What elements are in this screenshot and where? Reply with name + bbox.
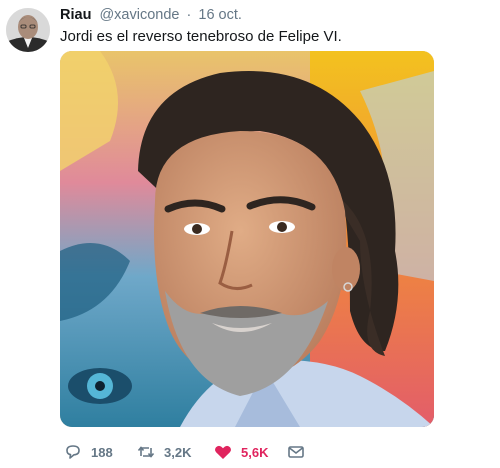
- tweet-header: Riau @xaviconde · 16 oct.: [60, 6, 242, 24]
- reply-count: 188: [91, 444, 113, 460]
- direct-message-button[interactable]: [287, 441, 305, 463]
- tweet-photo[interactable]: [60, 51, 434, 427]
- reply-button[interactable]: 188: [64, 441, 113, 463]
- avatar-image: [6, 8, 50, 52]
- author-name[interactable]: Riau: [60, 7, 91, 23]
- retweet-button[interactable]: 3,2K: [137, 441, 191, 463]
- separator-dot: ·: [186, 7, 192, 23]
- tweet-text: Jordi es el reverso tenebroso de Felipe …: [60, 28, 342, 45]
- like-count: 5,6K: [241, 444, 269, 460]
- tweet-date[interactable]: 16 oct.: [198, 7, 242, 23]
- author-handle[interactable]: @xaviconde: [99, 7, 179, 23]
- tweet-actions: 188 3,2K 5,6K: [60, 441, 460, 463]
- avatar[interactable]: [6, 8, 50, 52]
- retweet-count: 3,2K: [164, 444, 192, 460]
- portrait-image: [60, 51, 434, 427]
- reply-icon: [64, 443, 82, 461]
- retweet-icon: [137, 443, 155, 461]
- heart-icon: [214, 443, 232, 461]
- envelope-icon: [287, 443, 305, 461]
- tweet-card: Riau @xaviconde · 16 oct. Jordi es el re…: [0, 0, 500, 468]
- like-button[interactable]: 5,6K: [214, 441, 268, 463]
